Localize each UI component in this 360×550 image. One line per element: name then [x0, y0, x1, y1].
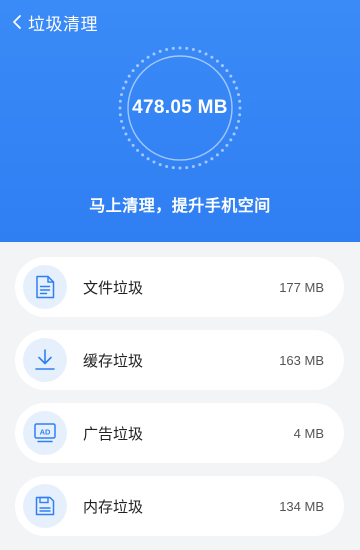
download-icon [23, 338, 67, 382]
item-size: 4 MB [293, 425, 324, 441]
item-label: 内存垃圾 [83, 497, 144, 516]
list-item-ad-junk[interactable]: AD 广告垃圾 4 MB [15, 403, 344, 463]
list-item-cache-junk[interactable]: 缓存垃圾 163 MB [15, 330, 344, 390]
clean-tagline: 马上清理，提升手机空间 [89, 196, 271, 215]
ad-icon: AD [23, 411, 67, 455]
item-size: 134 MB [279, 498, 324, 514]
list-item-file-junk[interactable]: 文件垃圾 177 MB [15, 257, 344, 317]
item-label: 广告垃圾 [83, 424, 144, 443]
list-item-memory-junk[interactable]: 内存垃圾 134 MB [15, 476, 344, 536]
chevron-left-icon [12, 14, 22, 30]
item-size: 177 MB [279, 279, 324, 295]
page-title: 垃圾清理 [28, 14, 98, 35]
item-label: 缓存垃圾 [83, 351, 144, 370]
item-label: 文件垃圾 [83, 278, 144, 297]
svg-text:AD: AD [40, 428, 51, 437]
item-size: 163 MB [279, 352, 324, 368]
size-gauge: 478.05 MB [118, 44, 242, 172]
total-junk-size: 478.05 MB [132, 97, 228, 118]
back-button[interactable]: 垃圾清理 [12, 10, 98, 35]
document-icon [23, 265, 67, 309]
header: 垃圾清理 478.05 MB 马上清理，提升手机空间 [0, 0, 360, 242]
memory-icon [23, 484, 67, 528]
junk-category-list: 文件垃圾 177 MB 缓存垃圾 163 MB AD 广告垃圾 4 MB 内存垃… [15, 257, 344, 549]
